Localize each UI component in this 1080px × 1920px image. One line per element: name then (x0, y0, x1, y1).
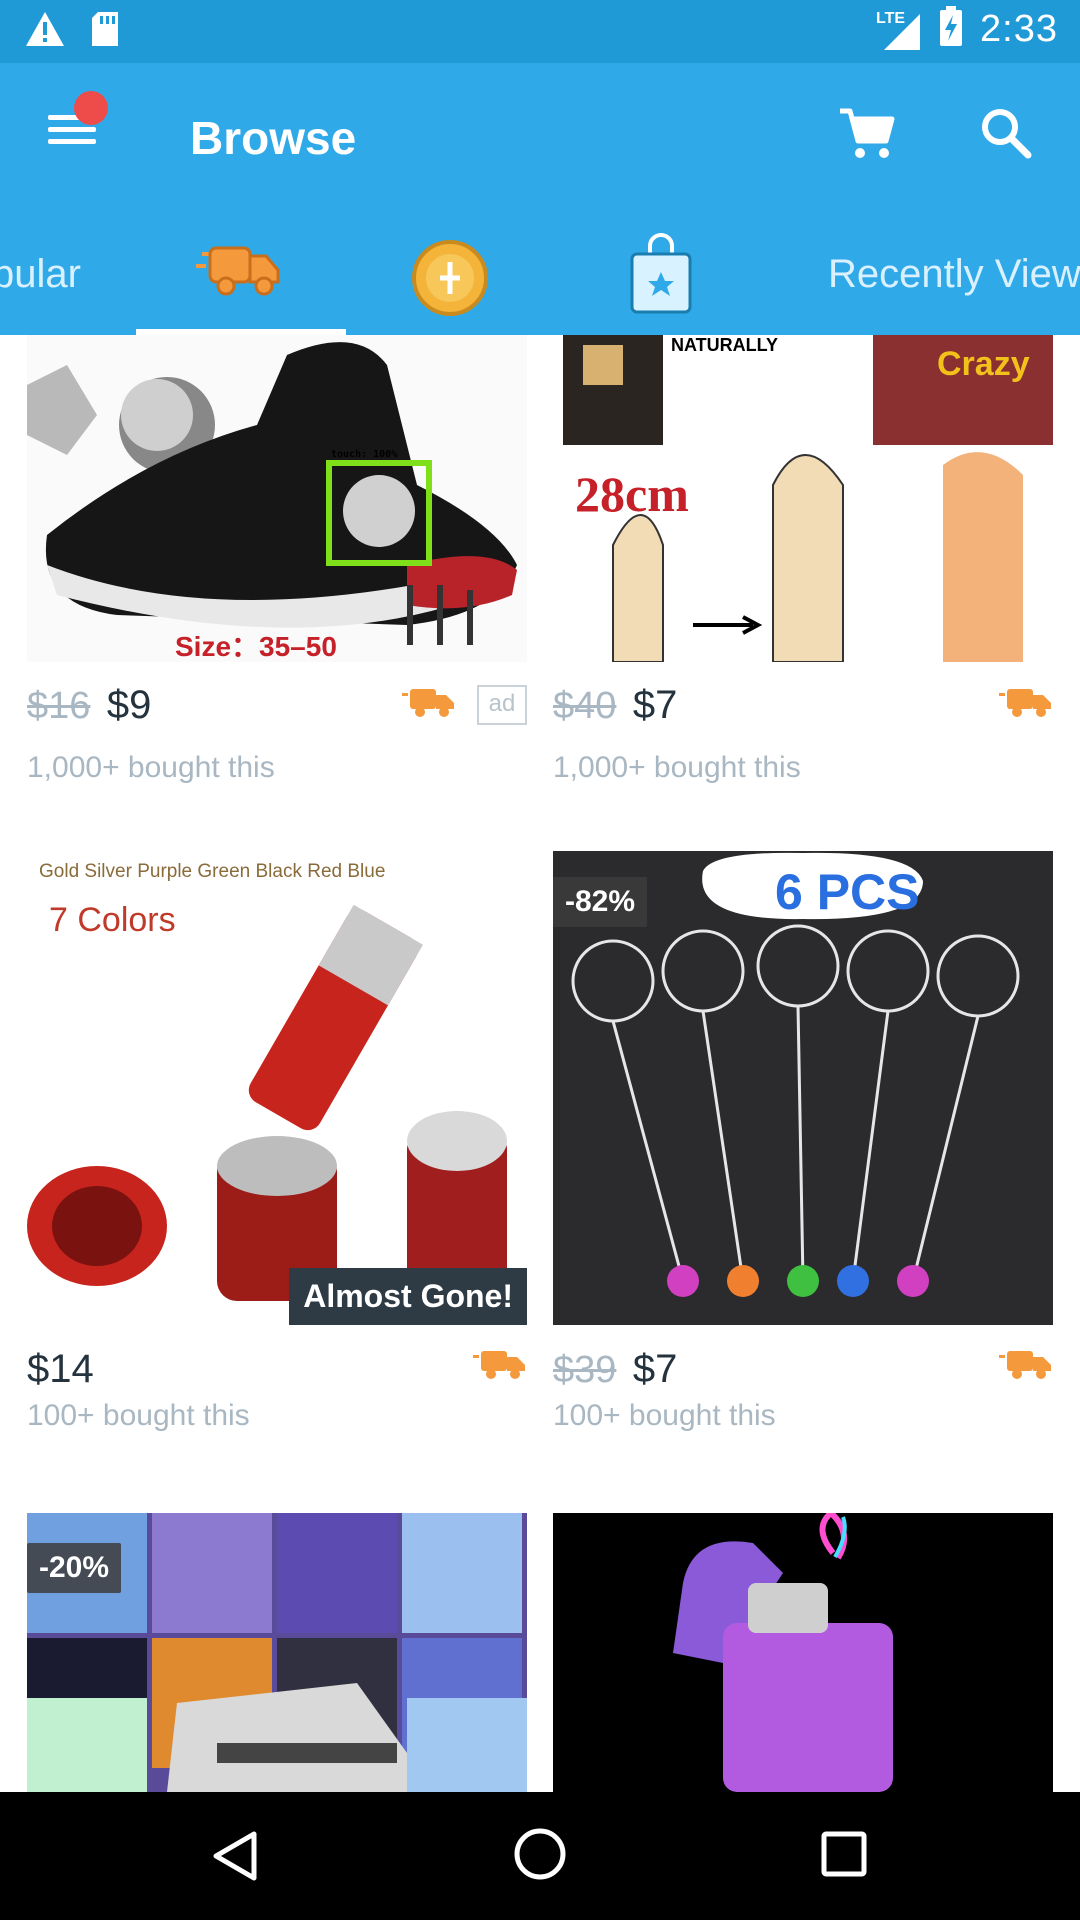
original-price: $40 (553, 685, 617, 727)
image-text-crazy: Crazy (937, 345, 1030, 383)
status-bar: LTE 2:33 (0, 0, 1080, 63)
price-row: $40 $7 (553, 683, 1053, 743)
product-card[interactable]: -20% (27, 1513, 527, 1792)
product-image[interactable]: -20% (27, 1513, 527, 1792)
signal-icon: LTE (876, 8, 922, 52)
tab-express-delivery[interactable] (196, 236, 286, 306)
discount-badge: -20% (27, 1543, 122, 1593)
product-grid[interactable]: touch: 100% Size：35–50 $16 $9 ad 1,000+ … (0, 335, 1080, 1792)
cart-button[interactable] (836, 103, 896, 163)
product-image[interactable]: 6 PCS -82% (553, 851, 1053, 1325)
image-text-colors-list: Gold Silver Purple Green Black Red Blue (39, 861, 386, 882)
product-image[interactable]: Gold Silver Purple Green Black Red Blue … (27, 851, 527, 1325)
status-time: 2:33 (980, 8, 1058, 50)
delivery-truck-icon (999, 1349, 1053, 1381)
original-price: $16 (27, 685, 91, 727)
coin-icon (412, 240, 488, 316)
page-title: Browse (190, 112, 357, 164)
recents-icon (821, 1831, 867, 1877)
back-button[interactable] (210, 1830, 258, 1887)
product-card[interactable]: 6 PCS -82% $39 $7 100+ bought this (553, 851, 1053, 1432)
shopping-bag-star-icon (630, 233, 692, 314)
sale-price: $7 (632, 683, 678, 727)
tab-coins[interactable] (410, 238, 490, 318)
lighter-image (553, 1513, 1053, 1792)
home-button[interactable] (512, 1826, 568, 1887)
home-icon (514, 1828, 566, 1880)
sale-price: $14 (27, 1347, 94, 1391)
product-card[interactable]: Gold Silver Purple Green Black Red Blue … (27, 851, 527, 1432)
bought-count: 1,000+ bought this (27, 751, 275, 784)
search-icon (982, 109, 1032, 159)
cart-icon (840, 108, 895, 158)
image-size-text: Size：35–50 (175, 631, 337, 662)
discount-badge: -82% (553, 877, 648, 927)
product-card[interactable]: touch: 100% Size：35–50 $16 $9 ad 1,000+ … (27, 335, 527, 805)
category-tabs: pular Recently View (0, 190, 1080, 335)
sneaker-image (27, 335, 527, 662)
delivery-truck-icon (196, 246, 280, 296)
almost-gone-badge: Almost Gone! (289, 1268, 527, 1325)
system-nav-bar (0, 1792, 1080, 1920)
product-card[interactable] (553, 1513, 1053, 1792)
bought-count: 1,000+ bought this (553, 751, 801, 784)
price-row: $14 (27, 1347, 527, 1407)
tab-recently-viewed[interactable]: Recently View (828, 252, 1080, 297)
delivery-truck-icon (402, 687, 456, 719)
notification-dot (74, 91, 108, 125)
search-button[interactable] (976, 103, 1036, 163)
product-image[interactable] (553, 1513, 1053, 1792)
ad-tag: ad (477, 685, 527, 725)
image-text-pieces: 6 PCS (775, 864, 920, 920)
back-icon (213, 1831, 257, 1881)
warning-icon (24, 10, 66, 53)
price-row: $39 $7 (553, 1347, 1053, 1407)
app-bar: Browse (0, 63, 1080, 190)
bought-count: 100+ bought this (27, 1399, 250, 1432)
original-price: $39 (553, 1349, 617, 1391)
delivery-truck-icon (999, 687, 1053, 719)
sale-price: $7 (632, 1347, 678, 1391)
recents-button[interactable] (820, 1830, 868, 1883)
product-image[interactable]: NATURALLY 28cm Crazy (553, 335, 1053, 662)
image-text-seven-colors: 7 Colors (49, 901, 176, 939)
battery-charging-icon (938, 6, 964, 53)
image-text-naturally: NATURALLY (671, 335, 778, 355)
image-text-length: 28cm (575, 466, 689, 522)
product-image[interactable]: touch: 100% Size：35–50 (27, 335, 527, 662)
sd-card-icon (88, 10, 122, 53)
network-type-label: LTE (876, 9, 906, 27)
sale-price: $9 (106, 683, 152, 727)
bought-count: 100+ bought this (553, 1399, 776, 1432)
tab-popular[interactable]: pular (0, 252, 81, 297)
delivery-truck-icon (473, 1349, 527, 1381)
tab-wishlist[interactable] (628, 232, 694, 316)
product-card[interactable]: NATURALLY 28cm Crazy $40 $7 1,000+ bough… (553, 335, 1053, 805)
menu-button[interactable] (44, 91, 108, 151)
detection-overlay-label: touch: 100% (331, 449, 398, 460)
